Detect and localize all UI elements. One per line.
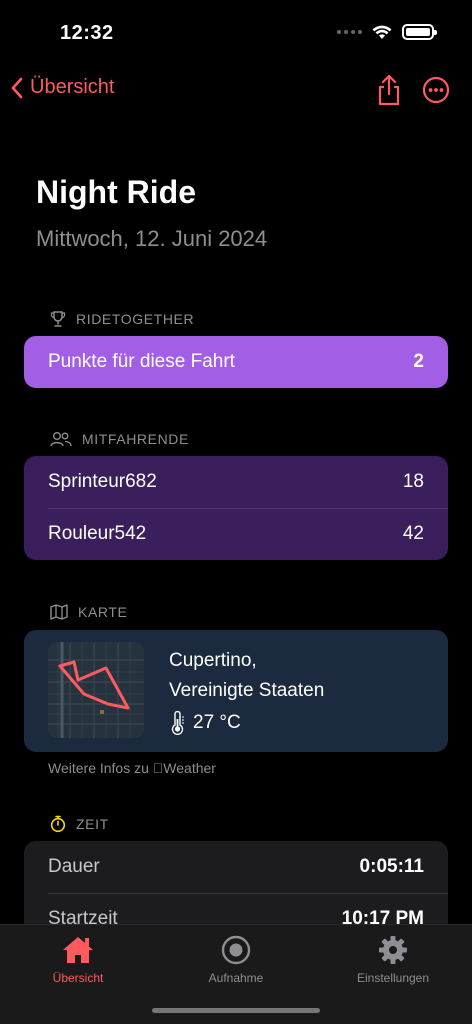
wifi-icon xyxy=(372,25,392,39)
ride-date: Mittwoch, 12. Juni 2024 xyxy=(36,226,268,251)
riders-card: Sprinteur682 18 Rouleur542 42 xyxy=(24,456,448,560)
karte-section-header: KARTE xyxy=(50,604,127,620)
rider-row[interactable]: Sprinteur682 18 xyxy=(24,456,448,508)
share-icon[interactable] xyxy=(376,74,402,106)
people-icon xyxy=(50,432,72,447)
zeit-section-header: ZEIT xyxy=(50,815,109,833)
house-icon xyxy=(63,937,93,963)
tab-label: Übersicht xyxy=(52,971,104,985)
ridetogether-section-header: RIDETOGETHER xyxy=(50,310,194,328)
rider-row[interactable]: Rouleur542 42 xyxy=(24,508,448,560)
mitfahrende-section-header: MITFAHRENDE xyxy=(50,431,189,447)
location-info: Cupertino, Vereinigte Staaten 27 °C xyxy=(169,646,324,738)
points-row[interactable]: Punkte für diese Fahrt 2 xyxy=(24,336,448,388)
navigation-bar: Übersicht xyxy=(0,70,472,114)
weather-attribution-link[interactable]: Weitere Infos zu Weather xyxy=(48,760,216,776)
rider-value: 18 xyxy=(402,471,424,492)
time-label: Dauer xyxy=(48,856,100,877)
status-icons xyxy=(337,24,437,40)
rider-value: 42 xyxy=(402,523,424,544)
tab-einstellungen[interactable]: Einstellungen xyxy=(333,933,453,985)
status-time: 12:32 xyxy=(60,22,114,44)
stopwatch-icon xyxy=(50,815,66,833)
map-card[interactable]: Cupertino, Vereinigte Staaten 27 °C xyxy=(24,630,448,752)
map-icon xyxy=(50,604,68,620)
temperature-value: 27 °C xyxy=(193,712,241,733)
record-icon xyxy=(221,935,251,965)
tab-label: Einstellungen xyxy=(356,971,430,985)
trophy-icon xyxy=(50,311,66,327)
battery-icon xyxy=(402,24,437,40)
more-options-icon[interactable] xyxy=(422,76,450,104)
location-country: Vereinigte Staaten xyxy=(169,680,325,701)
time-row: Dauer 0:05:11 xyxy=(24,841,448,893)
route-map-thumbnail[interactable] xyxy=(48,642,144,738)
ridetogether-card[interactable]: Punkte für diese Fahrt 2 xyxy=(24,336,448,388)
back-label: Übersicht xyxy=(30,76,115,98)
rider-name: Rouleur542 xyxy=(48,523,147,544)
gear-icon xyxy=(379,936,407,964)
tab-label: Aufnahme xyxy=(208,971,264,985)
tab-aufnahme[interactable]: Aufnahme xyxy=(176,933,296,985)
time-value: 0:05:11 xyxy=(359,856,424,877)
tab-uebersicht[interactable]: Übersicht xyxy=(18,933,138,985)
points-value: 2 xyxy=(413,351,424,372)
temperature: 27 °C xyxy=(169,708,324,738)
rider-name: Sprinteur682 xyxy=(48,471,157,492)
status-bar: 12:32 xyxy=(0,0,472,60)
location-city: Cupertino, xyxy=(169,650,257,671)
chevron-left-icon xyxy=(11,77,23,98)
cellular-icon xyxy=(337,30,362,34)
home-indicator[interactable] xyxy=(152,1008,320,1013)
page-title: Night Ride xyxy=(36,174,196,210)
thermometer-icon xyxy=(171,711,184,735)
points-label: Punkte für diese Fahrt xyxy=(48,351,235,372)
back-button[interactable]: Übersicht xyxy=(10,76,114,99)
route-map xyxy=(48,642,144,738)
